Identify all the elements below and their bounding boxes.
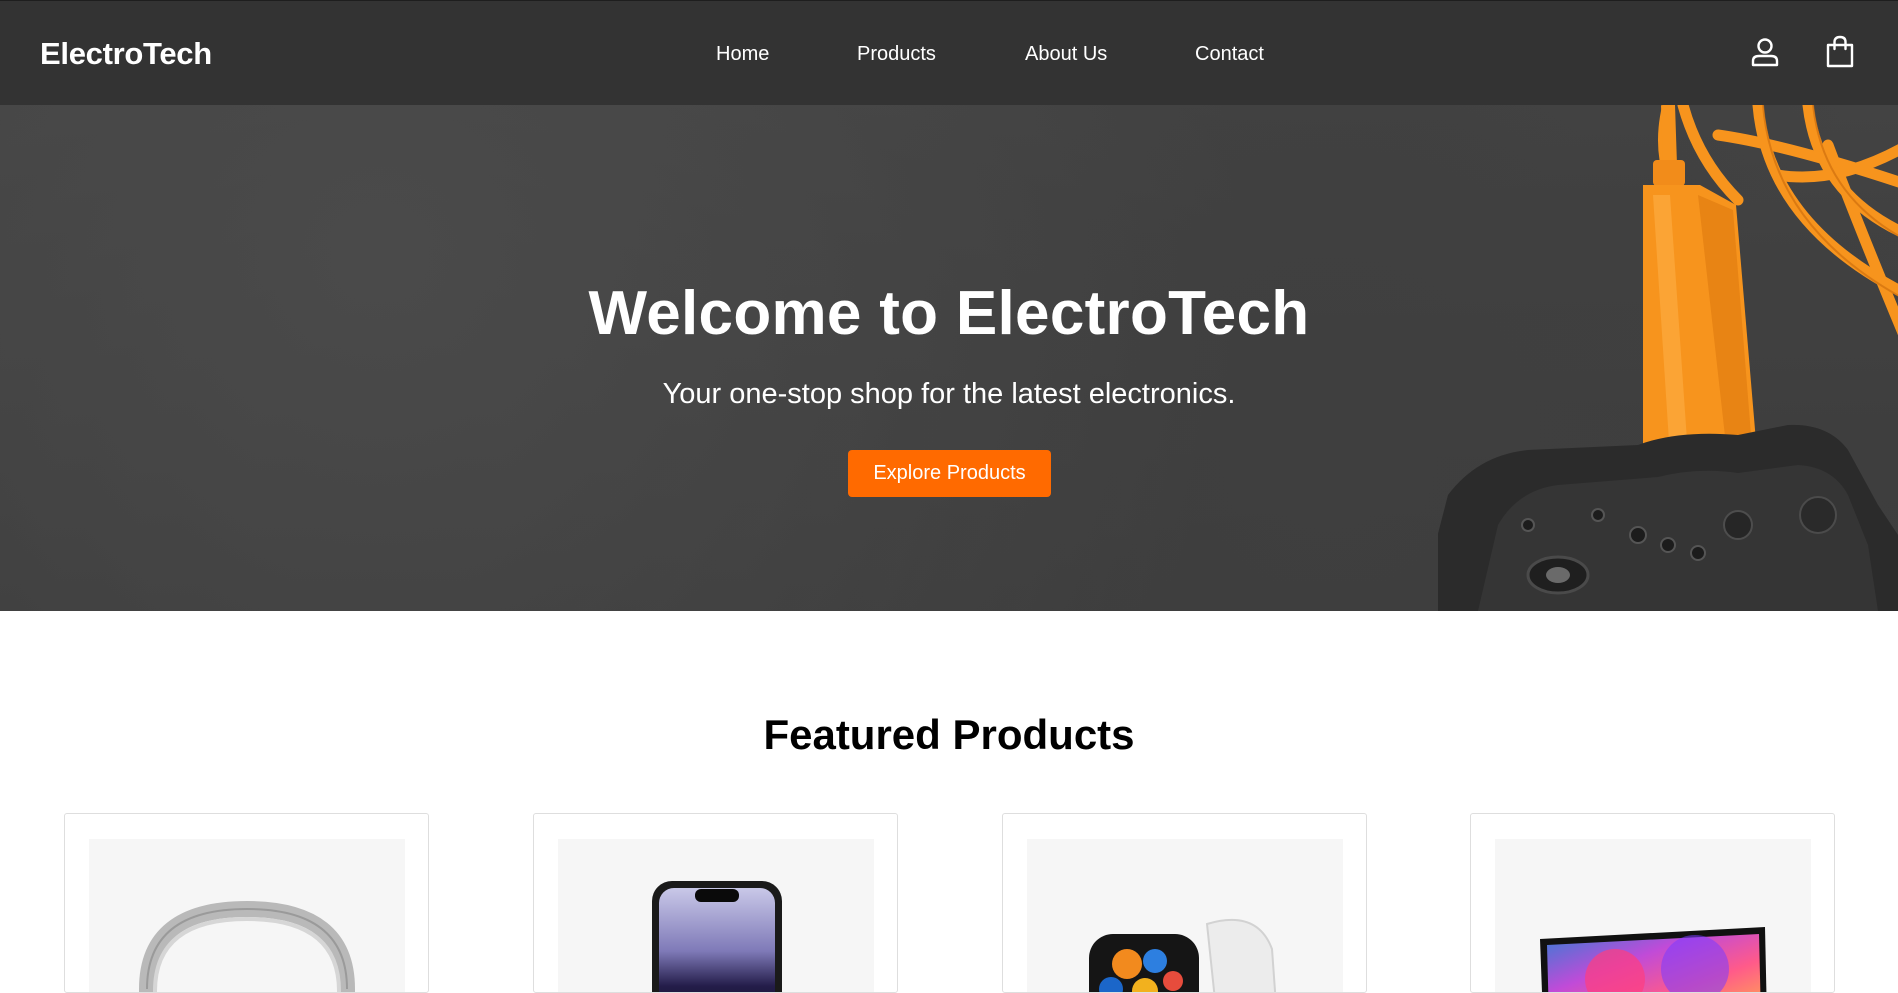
shopping-bag-icon [1826,35,1854,68]
camera-cable-image [1438,105,1898,611]
smartwatch-image [1089,918,1277,992]
hero-banner: Welcome to ElectroTech Your one-stop sho… [0,105,1898,611]
cart-button[interactable] [1820,31,1860,73]
navbar: ElectroTech Home Products About Us Conta… [0,0,1898,105]
product-card[interactable] [1470,813,1835,993]
hero-subtitle: Your one-stop shop for the latest electr… [662,378,1236,410]
headphones-image [139,900,355,992]
product-card[interactable] [533,813,898,993]
nav-link-home[interactable]: Home [716,42,769,66]
main-nav: Home Products About Us Contact [0,1,1898,106]
explore-products-button[interactable]: Explore Products [848,450,1051,497]
product-image[interactable] [1495,839,1811,992]
product-image[interactable] [89,839,405,992]
nav-link-products[interactable]: Products [857,42,936,66]
product-card[interactable] [1002,813,1367,993]
smartphone-image [652,881,782,992]
product-image[interactable] [1027,839,1343,992]
product-image[interactable] [558,839,874,992]
nav-link-about-us[interactable]: About Us [1025,42,1107,66]
hero-title: Welcome to ElectroTech [588,279,1310,348]
laptop-image [1540,927,1767,992]
nav-link-contact[interactable]: Contact [1195,42,1264,66]
product-card[interactable] [64,813,429,993]
user-icon [1751,38,1779,67]
account-button[interactable] [1745,31,1785,73]
featured-products-heading: Featured Products [763,711,1135,758]
